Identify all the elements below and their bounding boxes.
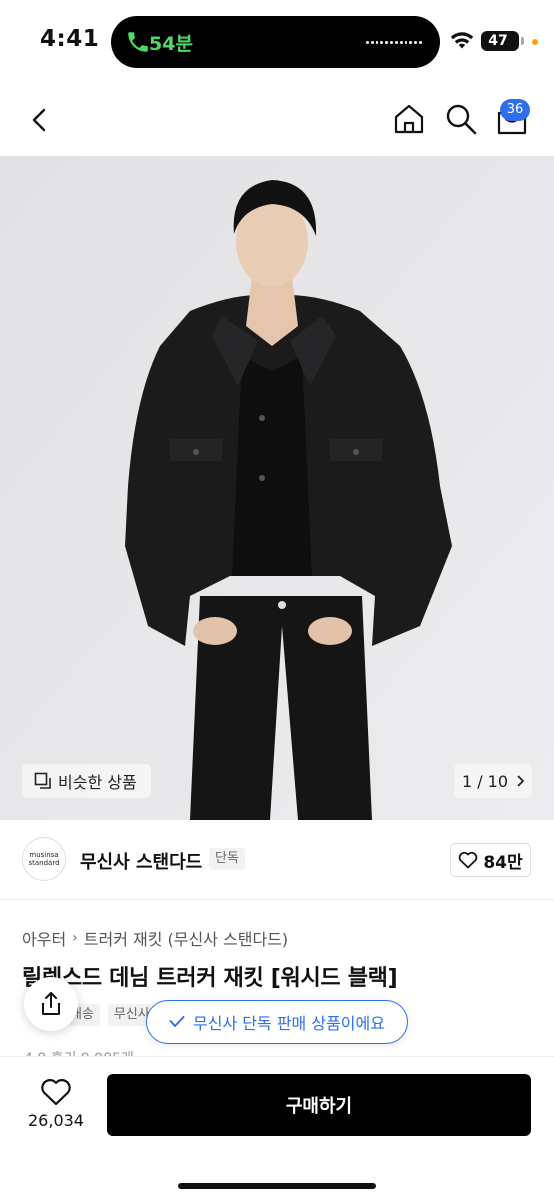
status-bar: 4:41 54분 47: [0, 0, 554, 84]
back-chevron-icon[interactable]: [24, 104, 56, 136]
heart-outline-icon: [459, 851, 478, 869]
brand-logo-text-2: standard: [28, 859, 60, 867]
wifi-icon: [450, 32, 474, 49]
similar-products-button[interactable]: 비슷한 상품: [22, 764, 151, 798]
breadcrumb-subcategory[interactable]: 트러커 재킷 (무신사 스탠다드): [84, 926, 288, 950]
call-duration: 54분: [149, 33, 193, 55]
brand-logo-text-1: musinsa: [29, 851, 59, 859]
audio-waveform-icon: [366, 39, 422, 45]
battery-icon: 47: [481, 31, 519, 51]
brand-logo[interactable]: musinsa standard: [22, 837, 66, 881]
clock: 4:41: [40, 26, 100, 52]
toast-text: 무신사 단독 판매 상품이에요: [193, 1014, 385, 1033]
dynamic-island-call[interactable]: 54분: [111, 16, 440, 68]
phone-icon: [128, 32, 148, 52]
brand-name[interactable]: 무신사 스탠다드: [80, 848, 202, 874]
bottom-purchase-bar: 26,034 구매하기: [0, 1056, 554, 1200]
chevron-right-icon: [517, 775, 525, 787]
wishlist-heart-icon[interactable]: [40, 1077, 72, 1106]
share-button[interactable]: [24, 977, 78, 1031]
buy-button[interactable]: 구매하기: [107, 1074, 531, 1136]
wishlist-count: 26,034: [28, 1111, 84, 1130]
product-image-carousel[interactable]: 비슷한 상품 1 / 10: [0, 156, 554, 820]
similar-products-label: 비슷한 상품: [58, 773, 137, 792]
similar-items-icon: [34, 772, 51, 789]
image-pager-label: 1 / 10: [461, 771, 509, 791]
battery-cap: [521, 37, 524, 45]
rating-summary: 4.8 후기 9,985개: [24, 1048, 134, 1056]
product-photo: [0, 156, 554, 820]
brand-row[interactable]: musinsa standard 무신사 스탠다드 단독 84만: [0, 820, 554, 900]
share-icon: [42, 992, 60, 1015]
exclusive-toast: 무신사 단독 판매 상품이에요: [146, 1000, 408, 1044]
check-icon: [169, 1016, 185, 1027]
search-icon[interactable]: [444, 102, 478, 136]
chevron-right-icon: ›: [72, 930, 78, 946]
home-indicator: [178, 1183, 376, 1189]
brand-like-button[interactable]: 84만: [450, 843, 531, 877]
cart-count-badge: 36: [500, 99, 530, 121]
home-icon[interactable]: [392, 102, 426, 136]
brand-like-count: 84만: [483, 852, 523, 873]
product-title: 릴렉스드 데님 트러커 재킷 [워시드 블랙]: [22, 966, 398, 991]
breadcrumb: 아우터 › 트러커 재킷 (무신사 스탠다드): [22, 926, 288, 950]
image-pager-button[interactable]: 1 / 10: [454, 764, 532, 798]
exclusive-badge: 단독: [209, 848, 245, 870]
top-nav: 36: [0, 84, 554, 156]
battery-level: 47: [488, 33, 508, 49]
breadcrumb-category[interactable]: 아우터: [22, 926, 66, 950]
privacy-indicator: [532, 39, 538, 45]
